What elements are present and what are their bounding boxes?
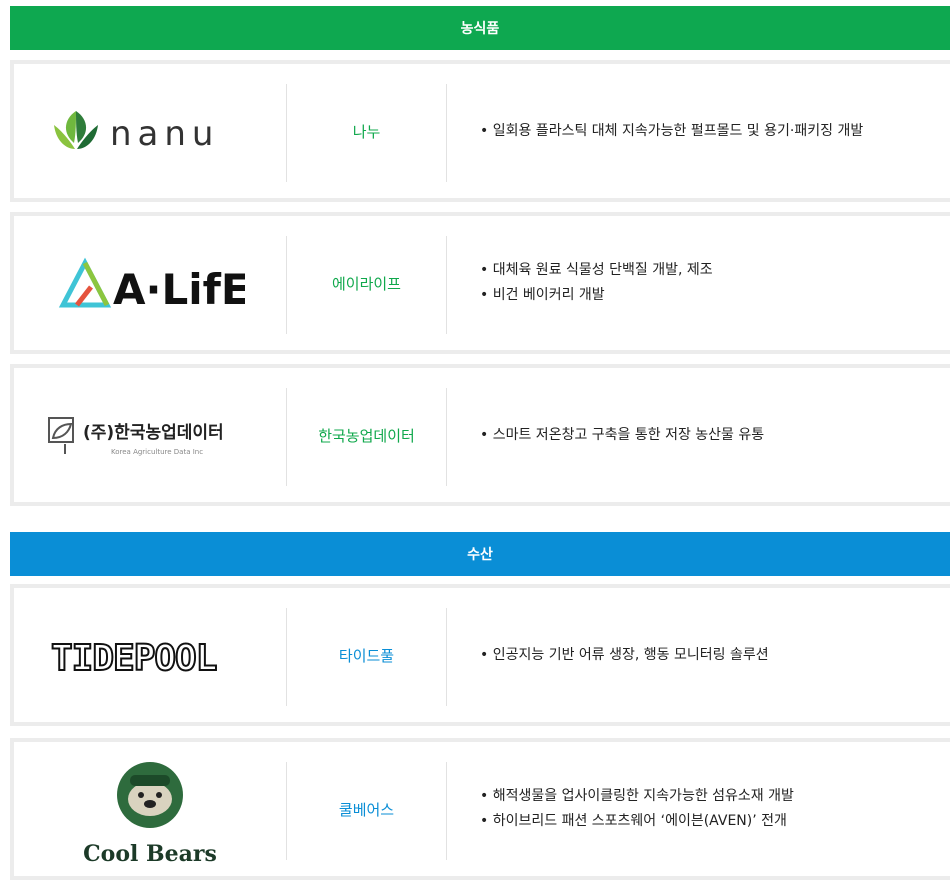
svg-text:Korea Agriculture Data Inc: Korea Agriculture Data Inc [111,448,203,456]
divider [446,388,447,486]
company-card-nanu: nanu 나누 일회용 플라스틱 대체 지속가능한 펄프몰드 및 용기·패키징 … [10,60,950,202]
bear-icon [117,762,183,828]
svg-text:nanu: nanu [110,114,219,154]
alife-logo: A·LifE [14,216,286,350]
description-item: 인공지능 기반 어류 생장, 행동 모니터링 솔루션 [480,643,950,668]
company-card-korea-agri-data: (주)한국농업데이터 Korea Agriculture Data Inc 한국… [10,364,950,506]
sprout-icon [48,417,74,454]
company-description: 일회용 플라스틱 대체 지속가능한 펄프몰드 및 용기·패키징 개발 [480,64,950,198]
divider [446,762,447,860]
company-card-cool-bears: Cool Bears 쿨베어스 해적생물을 업사이클링한 지속가능한 섬유소재 … [10,738,950,880]
description-item: 일회용 플라스틱 대체 지속가능한 펄프몰드 및 용기·패키징 개발 [480,119,950,144]
description-item: 해적생물을 업사이클링한 지속가능한 섬유소재 개발 [480,784,950,809]
section-header-agrifood: 농식품 [10,6,950,50]
section-title: 수산 [467,547,493,563]
divider [446,84,447,182]
svg-text:TIDEPOOL: TIDEPOOL [51,638,217,679]
svg-text:(주)한국농업데이터: (주)한국농업데이터 [83,423,224,443]
divider [446,236,447,334]
divider [446,608,447,706]
leaf-icon: nanu [54,111,219,154]
cool-bears-logo: Cool Bears [14,742,286,876]
company-card-tidepool: TIDEPOOL 타이드풀 인공지능 기반 어류 생장, 행동 모니터링 솔루션 [10,584,950,726]
description-item: 스마트 저온창고 구축을 통한 저장 농산물 유통 [480,423,950,448]
tidepool-logo: TIDEPOOL [14,588,286,722]
korea-agri-data-logo: (주)한국농업데이터 Korea Agriculture Data Inc [14,368,286,502]
section-header-fisheries: 수산 [10,532,950,576]
company-name: 나누 [352,122,381,141]
svg-text:A·LifE: A·LifE [113,265,245,313]
nanu-logo: nanu [14,64,286,198]
company-name: 쿨베어스 [338,800,395,819]
company-description: 대체육 원료 식물성 단백질 개발, 제조 비건 베이커리 개발 [480,216,950,350]
section-title: 농식품 [460,21,500,37]
company-description: 해적생물을 업사이클링한 지속가능한 섬유소재 개발 하이브리드 패션 스포츠웨… [480,742,950,876]
alife-mark-icon: A·LifE [58,257,245,313]
description-item: 하이브리드 패션 스포츠웨어 ‘에이븐(AVEN)’ 전개 [480,809,950,834]
svg-text:Cool Bears: Cool Bears [83,841,217,867]
description-item: 비건 베이커리 개발 [480,283,950,308]
company-card-alife: A·LifE 에이라이프 대체육 원료 식물성 단백질 개발, 제조 비건 베이… [10,212,950,354]
description-item: 대체육 원료 식물성 단백질 개발, 제조 [480,258,950,283]
company-name: 타이드풀 [338,646,395,665]
company-description: 인공지능 기반 어류 생장, 행동 모니터링 솔루션 [480,588,950,722]
company-name: 한국농업데이터 [318,426,415,445]
company-description: 스마트 저온창고 구축을 통한 저장 농산물 유통 [480,368,950,502]
company-name: 에이라이프 [331,274,401,293]
